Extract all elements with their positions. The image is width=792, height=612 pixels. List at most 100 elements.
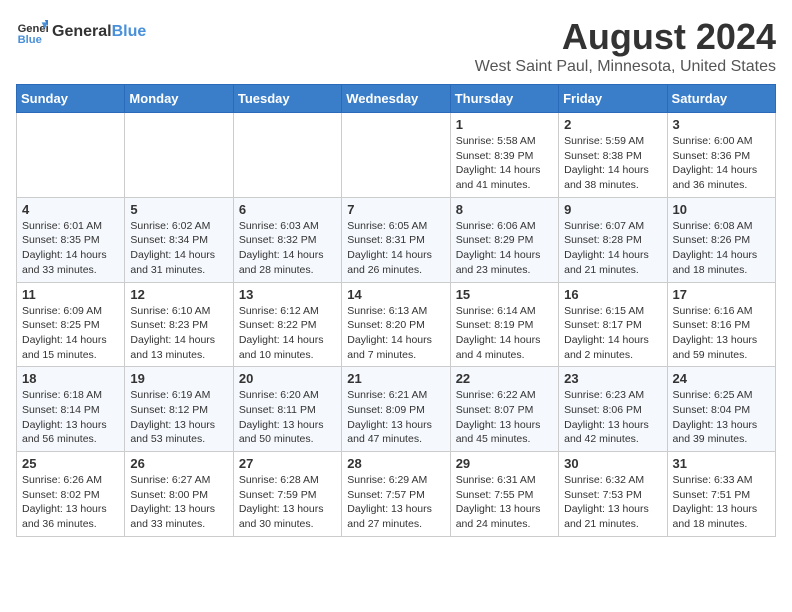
page-title: August 2024 [475,16,776,58]
day-number: 19 [130,371,227,386]
day-number: 12 [130,287,227,302]
day-number: 10 [673,202,770,217]
day-info: Sunrise: 6:28 AM Sunset: 7:59 PM Dayligh… [239,473,336,532]
calendar-cell: 31Sunrise: 6:33 AM Sunset: 7:51 PM Dayli… [667,452,775,537]
day-info: Sunrise: 6:32 AM Sunset: 7:53 PM Dayligh… [564,473,661,532]
day-info: Sunrise: 6:02 AM Sunset: 8:34 PM Dayligh… [130,219,227,278]
day-info: Sunrise: 6:05 AM Sunset: 8:31 PM Dayligh… [347,219,444,278]
day-number: 29 [456,456,553,471]
calendar-cell: 16 Sunrise: 6:15 AM Sunset: 8:17 PM Dayli… [559,282,667,367]
day-info: Sunrise: 6:12 AM Sunset: 8:22 PM Dayligh… [239,304,336,363]
logo-blue-text: Blue [112,23,147,41]
day-info: Sunrise: 5:58 AM Sunset: 8:39 PM Dayligh… [456,134,553,193]
calendar-header-row: SundayMondayTuesdayWednesdayThursdayFrid… [17,85,776,113]
day-number: 28 [347,456,444,471]
calendar-cell: 4 Sunrise: 6:01 AM Sunset: 8:35 PM Daylig… [17,197,125,282]
day-number: 13 [239,287,336,302]
calendar-cell: 13 Sunrise: 6:12 AM Sunset: 8:22 PM Dayli… [233,282,341,367]
day-info: Sunrise: 6:13 AM Sunset: 8:20 PM Dayligh… [347,304,444,363]
day-number: 18 [22,371,119,386]
calendar-cell: 11 Sunrise: 6:09 AM Sunset: 8:25 PM Dayli… [17,282,125,367]
day-number: 5 [130,202,227,217]
calendar-cell: 8Sunrise: 6:06 AM Sunset: 8:29 PM Daylig… [450,197,558,282]
calendar-cell: 2 Sunrise: 5:59 AM Sunset: 8:38 PM Daylig… [559,113,667,198]
day-info: Sunrise: 6:23 AM Sunset: 8:06 PM Dayligh… [564,388,661,447]
day-number: 21 [347,371,444,386]
day-of-week-header: Tuesday [233,85,341,113]
calendar-week-row: 11 Sunrise: 6:09 AM Sunset: 8:25 PM Dayli… [17,282,776,367]
calendar-cell: 25 Sunrise: 6:26 AM Sunset: 8:02 PM Dayli… [17,452,125,537]
day-number: 7 [347,202,444,217]
day-of-week-header: Wednesday [342,85,450,113]
day-info: Sunrise: 6:27 AM Sunset: 8:00 PM Dayligh… [130,473,227,532]
calendar-cell: 24 Sunrise: 6:25 AM Sunset: 8:04 PM Dayli… [667,367,775,452]
day-number: 11 [22,287,119,302]
day-info: Sunrise: 6:25 AM Sunset: 8:04 PM Dayligh… [673,388,770,447]
calendar-cell: 12 Sunrise: 6:10 AM Sunset: 8:23 PM Dayli… [125,282,233,367]
day-info: Sunrise: 6:08 AM Sunset: 8:26 PM Dayligh… [673,219,770,278]
calendar-cell: 30 Sunrise: 6:32 AM Sunset: 7:53 PM Dayli… [559,452,667,537]
day-info: Sunrise: 6:07 AM Sunset: 8:28 PM Dayligh… [564,219,661,278]
day-info: Sunrise: 6:01 AM Sunset: 8:35 PM Dayligh… [22,219,119,278]
day-info: Sunrise: 6:09 AM Sunset: 8:25 PM Dayligh… [22,304,119,363]
calendar-cell: 10 Sunrise: 6:08 AM Sunset: 8:26 PM Dayli… [667,197,775,282]
day-info: Sunrise: 6:22 AM Sunset: 8:07 PM Dayligh… [456,388,553,447]
calendar-cell [233,113,341,198]
day-number: 22 [456,371,553,386]
day-number: 6 [239,202,336,217]
calendar-cell: 26 Sunrise: 6:27 AM Sunset: 8:00 PM Dayli… [125,452,233,537]
calendar-cell: 17Sunrise: 6:16 AM Sunset: 8:16 PM Dayli… [667,282,775,367]
calendar-week-row: 1 Sunrise: 5:58 AM Sunset: 8:39 PM Daylig… [17,113,776,198]
calendar-cell: 18 Sunrise: 6:18 AM Sunset: 8:14 PM Dayli… [17,367,125,452]
svg-text:Blue: Blue [18,34,42,46]
day-info: Sunrise: 6:03 AM Sunset: 8:32 PM Dayligh… [239,219,336,278]
day-number: 25 [22,456,119,471]
calendar-cell [125,113,233,198]
day-number: 8 [456,202,553,217]
day-info: Sunrise: 6:14 AM Sunset: 8:19 PM Dayligh… [456,304,553,363]
logo: General Blue General Blue [16,16,146,48]
calendar-cell: 15Sunrise: 6:14 AM Sunset: 8:19 PM Dayli… [450,282,558,367]
day-info: Sunrise: 6:15 AM Sunset: 8:17 PM Dayligh… [564,304,661,363]
calendar-week-row: 4 Sunrise: 6:01 AM Sunset: 8:35 PM Daylig… [17,197,776,282]
calendar-cell: 19 Sunrise: 6:19 AM Sunset: 8:12 PM Dayli… [125,367,233,452]
day-info: Sunrise: 6:33 AM Sunset: 7:51 PM Dayligh… [673,473,770,532]
calendar-cell: 22 Sunrise: 6:22 AM Sunset: 8:07 PM Dayli… [450,367,558,452]
calendar-cell: 28 Sunrise: 6:29 AM Sunset: 7:57 PM Dayli… [342,452,450,537]
day-number: 20 [239,371,336,386]
calendar-cell: 3Sunrise: 6:00 AM Sunset: 8:36 PM Daylig… [667,113,775,198]
day-info: Sunrise: 6:19 AM Sunset: 8:12 PM Dayligh… [130,388,227,447]
day-number: 16 [564,287,661,302]
calendar-cell: 20Sunrise: 6:20 AM Sunset: 8:11 PM Dayli… [233,367,341,452]
calendar-cell: 21 Sunrise: 6:21 AM Sunset: 8:09 PM Dayli… [342,367,450,452]
day-info: Sunrise: 6:29 AM Sunset: 7:57 PM Dayligh… [347,473,444,532]
day-info: Sunrise: 6:31 AM Sunset: 7:55 PM Dayligh… [456,473,553,532]
calendar-cell: 5 Sunrise: 6:02 AM Sunset: 8:34 PM Daylig… [125,197,233,282]
calendar-cell [342,113,450,198]
day-number: 2 [564,117,661,132]
day-number: 1 [456,117,553,132]
day-number: 30 [564,456,661,471]
calendar-week-row: 18 Sunrise: 6:18 AM Sunset: 8:14 PM Dayli… [17,367,776,452]
title-area: August 2024 West Saint Paul, Minnesota, … [475,16,776,76]
day-number: 27 [239,456,336,471]
day-number: 23 [564,371,661,386]
day-of-week-header: Thursday [450,85,558,113]
calendar-cell: 7 Sunrise: 6:05 AM Sunset: 8:31 PM Daylig… [342,197,450,282]
day-number: 24 [673,371,770,386]
calendar-cell: 29 Sunrise: 6:31 AM Sunset: 7:55 PM Dayli… [450,452,558,537]
day-number: 14 [347,287,444,302]
logo-general-text: General [52,23,112,41]
calendar-cell: 1 Sunrise: 5:58 AM Sunset: 8:39 PM Daylig… [450,113,558,198]
day-of-week-header: Saturday [667,85,775,113]
day-info: Sunrise: 6:26 AM Sunset: 8:02 PM Dayligh… [22,473,119,532]
day-info: Sunrise: 6:16 AM Sunset: 8:16 PM Dayligh… [673,304,770,363]
day-info: Sunrise: 6:18 AM Sunset: 8:14 PM Dayligh… [22,388,119,447]
calendar-cell: 23 Sunrise: 6:23 AM Sunset: 8:06 PM Dayli… [559,367,667,452]
day-info: Sunrise: 6:21 AM Sunset: 8:09 PM Dayligh… [347,388,444,447]
day-number: 4 [22,202,119,217]
day-info: Sunrise: 6:10 AM Sunset: 8:23 PM Dayligh… [130,304,227,363]
day-info: Sunrise: 5:59 AM Sunset: 8:38 PM Dayligh… [564,134,661,193]
day-number: 26 [130,456,227,471]
calendar-cell: 14 Sunrise: 6:13 AM Sunset: 8:20 PM Dayli… [342,282,450,367]
